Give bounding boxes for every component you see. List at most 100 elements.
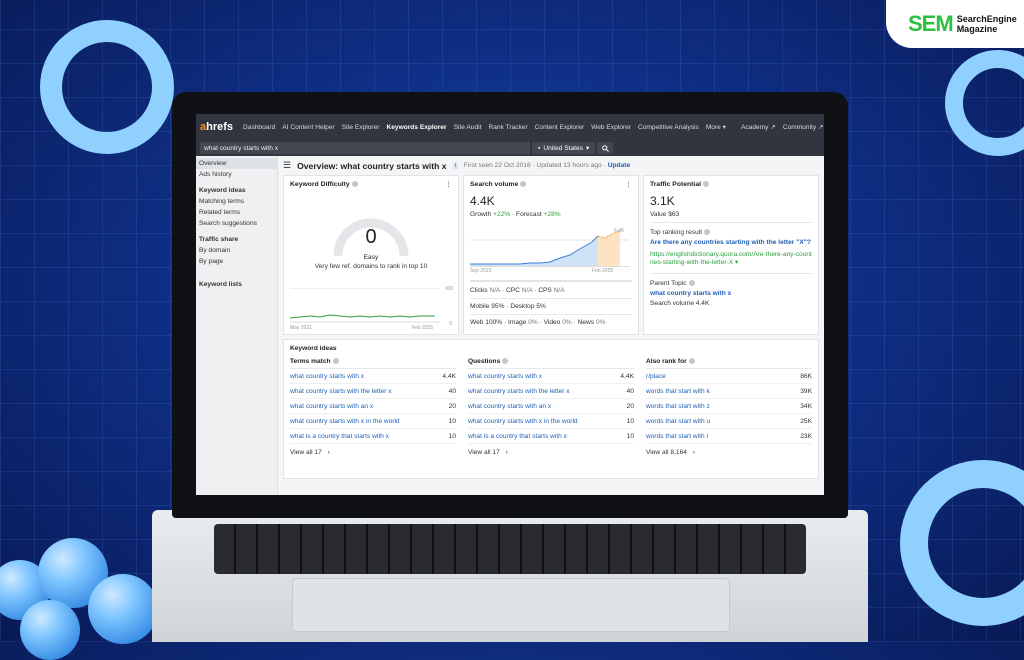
keyword-link[interactable]: what is a country that starts with x [468,433,567,440]
sidebar-item-traffic-share[interactable]: Traffic share [196,234,277,245]
ahrefs-logo[interactable]: ahrefs [200,121,233,133]
kd-y-top: 100 [444,286,453,292]
overview-meta: First seen 22 Oct 2016 · Updated 13 hour… [463,162,606,169]
sidebar-item-search-suggestions[interactable]: Search suggestions [196,218,277,229]
sidebar-item-keyword-lists[interactable]: Keyword lists [196,279,277,290]
logo-text: SEM [908,11,954,36]
video-label: Video [543,319,561,326]
table-row: what country starts with x in the world 1… [468,414,634,429]
sidebar-item-overview[interactable]: Overview [196,158,277,169]
image-value: 0% [528,319,538,326]
country-select[interactable]: ▪ United States ▾ [532,142,596,154]
keyword-volume: 4.4K [620,372,634,380]
keyword-volume: 10 [626,417,634,425]
nav-competitive-analysis[interactable]: Competitive Analysis [638,124,699,131]
keyword-link[interactable]: what is a country that starts with x [290,433,389,440]
info-icon[interactable]: i [452,162,458,169]
kd-history-chart [290,288,440,323]
keyword-link[interactable]: words that start with u [646,418,710,425]
keyword-ideas-title: Keyword ideas [290,345,337,352]
sidebar-item-by-page[interactable]: By page [196,256,277,267]
chevron-right-icon: › [505,449,508,456]
keyword-link[interactable]: what country starts with x in the world [290,418,400,425]
growth-value: +22% [493,211,511,218]
nav-site-audit[interactable]: Site Audit [454,124,482,131]
view-all-button[interactable]: View all 17 › [468,449,634,456]
sv-axis-start: Sep 2015 [470,268,492,274]
kw-column-title: Questions [468,358,634,369]
view-all-button[interactable]: View all 8,164 › [646,449,812,456]
growth-label: Growth [470,211,492,218]
keyword-link[interactable]: words that start with k [646,388,710,395]
nav-more[interactable]: More ▾ [706,123,726,131]
nav-content-explorer[interactable]: Content Explorer [535,124,584,131]
sv-trend-chart [470,230,630,267]
help-icon[interactable] [703,181,709,188]
keyword-ideas-panel: Keyword ideas Terms match what country st… [283,339,819,479]
search-volume-card: Search volume ⋮ 4.4K Growth +22% · Forec… [463,175,639,335]
help-icon[interactable] [520,181,527,188]
keyword-link[interactable]: r/place [646,373,666,380]
sidebar-item-matching-terms[interactable]: Matching terms [196,196,277,207]
kd-axis-start: May 2021 [290,325,312,331]
top-result-url[interactable]: https://englishdictionary.quora.com/Are-… [650,251,812,267]
mobile-share: Mobile 95% [470,303,505,310]
sidebar-item-related-terms[interactable]: Related terms [196,207,277,218]
keyword-link[interactable]: what country starts with the letter x [290,388,392,395]
help-icon[interactable] [502,358,509,365]
video-value: 0% [562,319,572,326]
sidebar-item-keyword-ideas[interactable]: Keyword ideas [196,185,277,196]
search-button[interactable] [597,142,614,154]
sv-value: 4.4K [470,194,495,208]
keyword-link[interactable]: what country starts with an x [468,403,551,410]
nav-web-explorer[interactable]: Web Explorer [591,124,631,131]
sv-divider [470,280,632,282]
logo-sub: SearchEngine [956,14,1017,24]
nav-ai-content-helper[interactable]: AI Content Helper [282,124,334,131]
keyword-link[interactable]: what country starts with x in the world [468,418,578,425]
keyword-search-input[interactable] [200,142,530,154]
keyword-volume: 20 [626,402,634,410]
sidebar-item-by-domain[interactable]: By domain [196,245,277,256]
more-options-icon[interactable]: ⋮ [445,180,452,188]
menu-icon[interactable]: ☰ [283,160,291,171]
nav-site-explorer[interactable]: Site Explorer [342,124,380,131]
decor-sphere [88,574,158,644]
help-icon[interactable] [332,358,339,365]
help-icon[interactable] [688,358,695,365]
keyword-link[interactable]: what country starts with the letter x [468,388,570,395]
help-icon[interactable] [688,280,695,287]
nav-community[interactable]: Community ↗ [783,123,824,131]
keyword-link[interactable]: what country starts with x [290,373,364,380]
table-row: r/place 86K [646,369,812,384]
table-row: what country starts with x in the world 1… [290,414,456,429]
help-icon[interactable] [704,229,711,236]
update-link[interactable]: Update [608,162,630,169]
kw-column-title: Terms match [290,358,456,369]
web-share: Web 100% [470,319,503,326]
forecast-label: Forecast [516,211,542,218]
keyword-link[interactable]: words that start with z [646,403,710,410]
sidebar-item-ads-history[interactable]: Ads history [196,169,277,180]
keyword-link[interactable]: what country starts with x [468,373,542,380]
tp-value: 3.1K [650,194,675,208]
keyword-volume: 34K [800,402,812,410]
keyword-link[interactable]: what country starts with an x [290,403,373,410]
nav-academy[interactable]: Academy ↗ [741,123,776,131]
more-options-icon[interactable]: ⋮ [625,180,632,188]
nav-keywords-explorer[interactable]: Keywords Explorer [386,124,446,131]
app-screen: ahrefs Dashboard AI Content Helper Site … [196,114,824,495]
parent-topic-link[interactable]: what country starts with x [650,290,812,297]
clicks-label: Clicks [470,287,488,294]
table-row: words that start with k 39K [646,384,812,399]
kd-title: Keyword Difficulty [290,181,452,188]
keyword-link[interactable]: words that start with l [646,433,708,440]
kd-description: Very few ref. domains to rank in top 10 [314,263,428,270]
help-icon[interactable] [351,181,358,188]
nav-dashboard[interactable]: Dashboard [243,124,275,131]
clicks-value: N/A [489,287,501,294]
top-result-title[interactable]: Are there any countries starting with th… [650,239,812,247]
view-all-button[interactable]: View all 17 › [290,449,456,456]
nav-rank-tracker[interactable]: Rank Tracker [488,124,527,131]
keyword-difficulty-card: Keyword Difficulty ⋮ 0 Easy Very few ref… [283,175,459,335]
